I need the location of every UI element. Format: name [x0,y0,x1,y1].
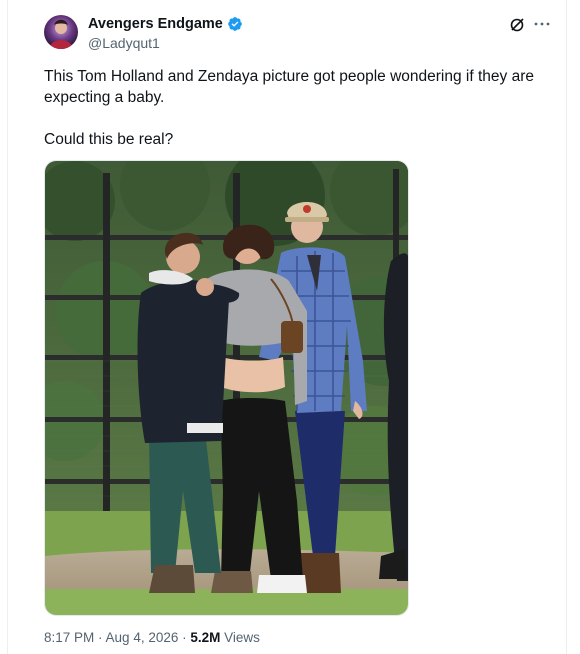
card-border [7,0,8,654]
tweet-header: Avengers Endgame @Ladyqut1 [44,14,554,54]
views-label: Views [220,630,260,645]
avatar[interactable] [44,15,78,49]
tweet-meta: 8:17 PM · Aug 4, 2026 · 5.2M Views [44,630,260,645]
tweet-time[interactable]: 8:17 PM [44,630,94,645]
tweet-card: Avengers Endgame @Ladyqut1 This Tom Holl… [0,0,580,654]
meta-separator: · [178,630,191,645]
verified-badge-icon [227,16,243,32]
meta-separator: · [94,630,106,645]
tweet-text-line: Could this be real? [44,131,174,148]
author-display-name[interactable]: Avengers Endgame [88,16,223,32]
author-block[interactable]: Avengers Endgame @Ladyqut1 [88,15,243,51]
author-handle[interactable]: @Ladyqut1 [88,35,243,51]
views-count: 5.2M [190,630,221,645]
tweet-photo[interactable] [44,160,409,616]
grok-icon[interactable] [509,17,525,33]
more-options-icon[interactable] [532,16,552,32]
card-border [566,0,567,654]
tweet-text: This Tom Holland and Zendaya picture got… [44,66,549,150]
tweet-date[interactable]: Aug 4, 2026 [106,630,179,645]
tweet-text-line: This Tom Holland and Zendaya picture got… [44,68,534,106]
